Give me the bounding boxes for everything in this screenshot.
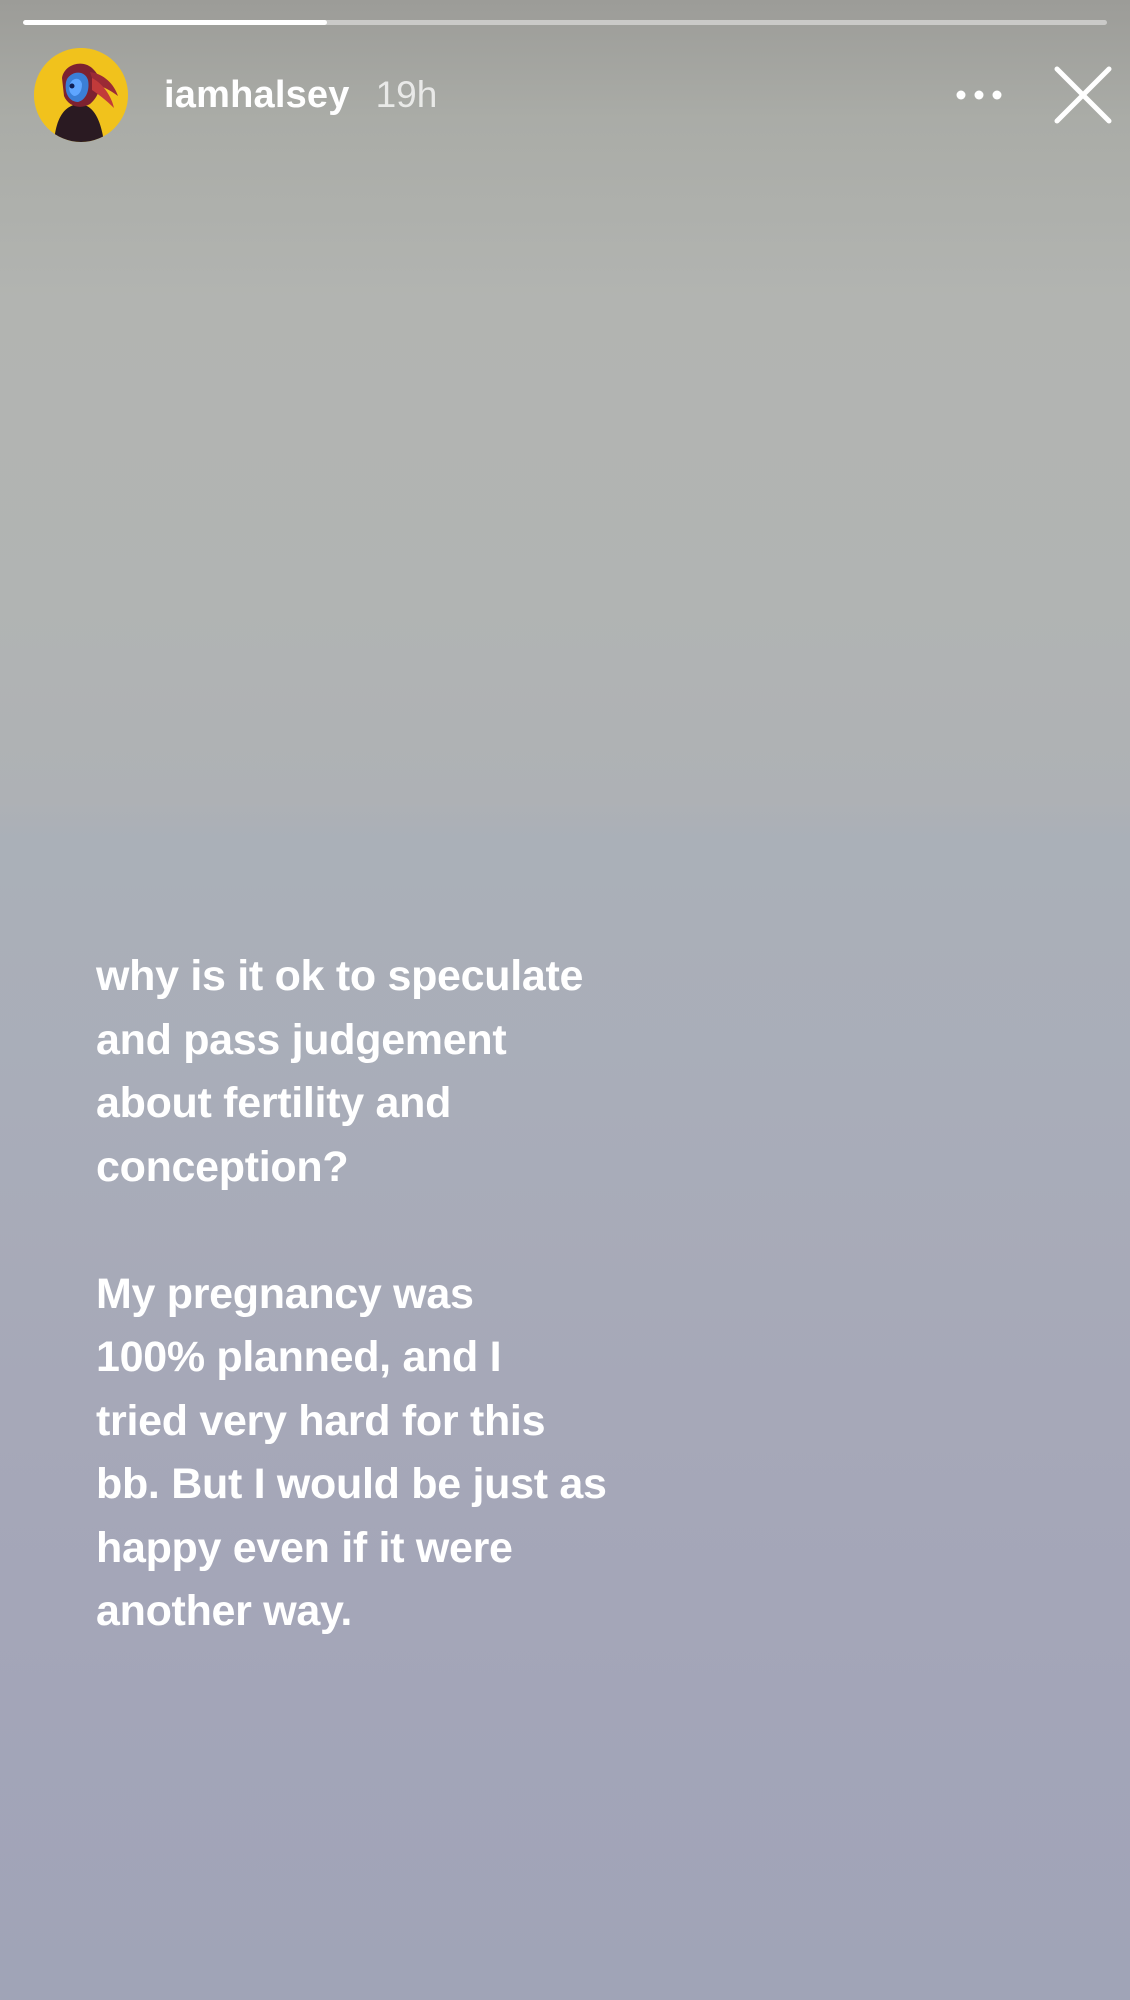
ellipsis-icon xyxy=(956,90,1002,100)
text-line: bb. But I would be just as xyxy=(96,1460,607,1508)
story-viewer[interactable]: iamhalsey 19h why is it ok to speculate … xyxy=(0,0,1130,2000)
story-progress-bar xyxy=(23,20,1107,25)
story-header: iamhalsey 19h xyxy=(34,48,1112,142)
story-text-overlay: why is it ok to speculate and pass judge… xyxy=(96,945,696,1644)
text-line: 100% planned, and I xyxy=(96,1333,502,1381)
text-line: why is it ok to speculate xyxy=(96,952,584,1000)
close-icon xyxy=(1054,66,1112,124)
username[interactable]: iamhalsey xyxy=(164,74,350,117)
text-line: about fertility and xyxy=(96,1079,452,1127)
profile-photo-icon xyxy=(34,48,128,142)
story-progress-fill xyxy=(23,20,327,25)
text-line: tried very hard for this xyxy=(96,1396,546,1445)
avatar[interactable] xyxy=(34,48,128,142)
more-options-button[interactable] xyxy=(934,70,1024,120)
text-line: another way. xyxy=(96,1587,353,1635)
text-line: My pregnancy was xyxy=(96,1269,474,1318)
text-line: happy even if it were xyxy=(96,1523,513,1572)
text-line: conception? xyxy=(96,1142,349,1191)
story-timestamp: 19h xyxy=(375,74,438,115)
text-line: and pass judgement xyxy=(96,1015,507,1064)
close-button[interactable] xyxy=(1040,48,1126,142)
